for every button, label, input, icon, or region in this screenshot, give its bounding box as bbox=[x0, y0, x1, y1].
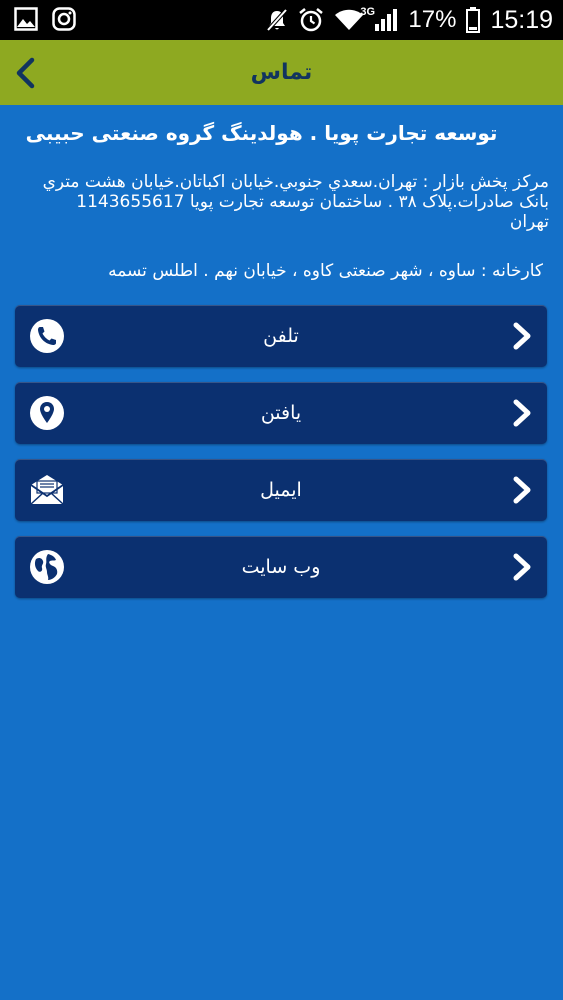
email-button-label: ایمیل bbox=[260, 479, 302, 501]
notification-icons bbox=[14, 7, 76, 31]
email-button[interactable]: ایمیل bbox=[15, 459, 547, 521]
system-icons: 3G 17% 15:19 bbox=[266, 0, 553, 40]
status-bar: 3G 17% 15:19 bbox=[0, 0, 563, 40]
instagram-icon bbox=[52, 7, 76, 31]
page-title: تماس bbox=[250, 60, 313, 85]
phone-button[interactable]: تلفن bbox=[15, 305, 547, 367]
signal-icon bbox=[375, 9, 398, 31]
factory-address-text: کارخانه : ساوه ، شهر صنعتی کاوه ، خیابان… bbox=[108, 261, 543, 281]
network-type-label: 3G bbox=[360, 6, 376, 18]
gallery-icon bbox=[14, 7, 38, 31]
alarm-icon bbox=[299, 8, 324, 32]
cell-signal: 3G bbox=[360, 6, 398, 32]
phone-button-label: تلفن bbox=[263, 325, 299, 347]
address-text: مرکز پخش بازار : تهران.سعدي جنوبي.خيابان… bbox=[42, 172, 549, 232]
app-bar: تماس bbox=[0, 40, 563, 105]
website-button-label: وب سایت bbox=[241, 556, 321, 578]
battery-icon bbox=[466, 7, 481, 33]
clock: 15:19 bbox=[490, 5, 553, 34]
mute-icon bbox=[266, 8, 288, 32]
find-location-label: یافتن bbox=[260, 402, 302, 424]
company-title: توسعه تجارت پویا . هولدینگ گروه صنعتی حب… bbox=[25, 121, 498, 145]
chevron-right-icon bbox=[513, 553, 531, 581]
battery-percent: 17% bbox=[408, 6, 457, 33]
chevron-right-icon bbox=[513, 322, 531, 350]
website-button[interactable]: وب سایت bbox=[15, 536, 547, 598]
chevron-right-icon bbox=[513, 476, 531, 504]
find-location-button[interactable]: یافتن bbox=[15, 382, 547, 444]
chevron-right-icon bbox=[513, 399, 531, 427]
